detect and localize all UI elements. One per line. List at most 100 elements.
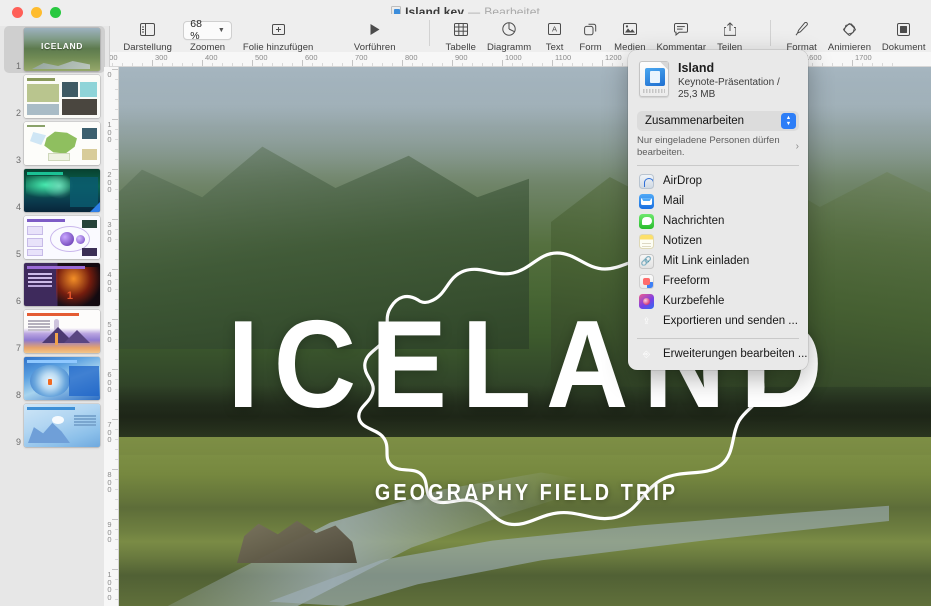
slide-subtitle[interactable]: GEOGRAPHY FIELD TRIP	[176, 479, 874, 506]
toolbar-button-animieren[interactable]: Animieren	[822, 14, 876, 53]
toolbar-button-format[interactable]: Format	[781, 14, 823, 53]
collaborate-select[interactable]: Zusammenarbeiten ▲ ▼	[637, 111, 799, 131]
menu-item-airdrop[interactable]: AirDrop	[628, 171, 808, 191]
ruler-tick-minor	[322, 63, 323, 66]
toolbar-button-kommentar[interactable]: Kommentar	[651, 14, 711, 53]
ruler-label: 400	[202, 53, 218, 62]
export-icon: ⇪	[639, 314, 654, 329]
menu-item-label: Exportieren und senden ...	[663, 315, 798, 327]
ruler-label: 900	[452, 53, 468, 62]
ruler-tick-minor	[222, 63, 223, 66]
toolbar-button-tabelle[interactable]: Tabelle	[440, 14, 482, 53]
menu-item-mit-link-einladen[interactable]: 🔗Mit Link einladen	[628, 251, 808, 271]
slide-preview[interactable]	[24, 216, 100, 259]
ruler-tick	[112, 119, 118, 120]
text-box-icon: A	[548, 18, 561, 40]
ruler-tick-minor	[842, 63, 843, 66]
slide-thumbnail-3[interactable]: 3	[0, 120, 109, 167]
ruler-label: 900	[105, 521, 114, 544]
ruler-tick	[112, 219, 118, 220]
ruler-label: 0	[105, 71, 114, 79]
vertical-ruler[interactable]: 01002003004005006007008009001000	[104, 67, 119, 606]
ruler-tick-minor	[192, 63, 193, 66]
toolbar-button-folie-hinzufuegen[interactable]: Folie hinzufügen	[238, 14, 319, 53]
ruler-tick-minor	[115, 309, 118, 310]
menu-item-freeform[interactable]: Freeform	[628, 271, 808, 291]
ruler-tick-minor	[115, 429, 118, 430]
slide-preview[interactable]	[24, 75, 100, 118]
slide-thumbnail-6[interactable]: 61	[0, 261, 109, 308]
ruler-tick-minor	[292, 63, 293, 66]
messages-icon	[639, 214, 654, 229]
ruler-label: 500	[252, 53, 268, 62]
menu-item-label: Mail	[663, 195, 684, 207]
slide-preview[interactable]	[24, 310, 100, 353]
share-popover[interactable]: Island Keynote-Präsentation / 25,3 MB Zu…	[628, 50, 808, 370]
toolbar-button-dokument[interactable]: Dokument	[876, 14, 931, 53]
ruler-tick-minor	[512, 63, 513, 66]
ruler-tick-minor	[212, 63, 213, 66]
menu-item-mail[interactable]: Mail	[628, 191, 808, 211]
slide-navigator[interactable]: 1ICELAND234561789	[0, 26, 110, 606]
slide-number: 1	[4, 61, 24, 73]
ruler-tick-minor	[622, 63, 623, 66]
collaborate-permission-row[interactable]: Nur eingeladene Personen dürfen bearbeit…	[637, 135, 799, 158]
ruler-tick-minor	[115, 329, 118, 330]
freeform-icon	[639, 274, 654, 289]
ruler-tick-minor	[115, 139, 118, 140]
menu-item-notizen[interactable]: Notizen	[628, 231, 808, 251]
toolbar-button-teilen[interactable]: Teilen	[711, 14, 747, 53]
slide-preview[interactable]	[24, 357, 100, 400]
zoom-select[interactable]: 68 % ▼	[183, 21, 232, 40]
slide-thumbnail-5[interactable]: 5	[0, 214, 109, 261]
collaborate-label: Zusammenarbeiten	[645, 115, 781, 127]
ruler-tick-minor	[272, 63, 273, 66]
up-down-stepper-icon[interactable]: ▲ ▼	[781, 113, 796, 129]
ruler-tick-minor	[115, 339, 118, 340]
slide-preview[interactable]: ICELAND	[24, 28, 100, 71]
ruler-tick-minor	[262, 63, 263, 66]
ruler-tick-minor	[862, 63, 863, 66]
current-slide[interactable]: ICELAND GEOGRAPHY FIELD TRIP	[119, 67, 931, 606]
slide-preview[interactable]	[24, 122, 100, 165]
slide-canvas[interactable]: ICELAND GEOGRAPHY FIELD TRIP	[119, 67, 931, 606]
ruler-tick-minor	[115, 449, 118, 450]
chart-icon	[502, 18, 516, 40]
menu-item-label: Mit Link einladen	[663, 255, 749, 267]
ruler-tick-minor	[115, 99, 118, 100]
slide-preview[interactable]	[24, 404, 100, 447]
slide-thumbnail-2[interactable]: 2	[0, 73, 109, 120]
toolbar-button-darstellung[interactable]: Darstellung	[118, 14, 177, 53]
toolbar-button-diagramm[interactable]: Diagramm	[482, 14, 537, 53]
ruler-tick-minor	[115, 129, 118, 130]
slide-thumbnail-4[interactable]: 4	[0, 167, 109, 214]
ruler-tick-minor	[142, 63, 143, 66]
toolbar-button-form[interactable]: Form	[573, 14, 609, 53]
toolbar-button-vorfuehren[interactable]: Vorführen	[348, 14, 401, 53]
ruler-tick-minor	[332, 63, 333, 66]
ruler-tick-minor	[115, 539, 118, 540]
ruler-tick-minor	[115, 389, 118, 390]
notes-icon	[639, 234, 654, 249]
toolbar-zoom-control[interactable]: 68 % ▼ Zoomen	[177, 14, 238, 53]
comment-icon	[674, 18, 688, 40]
slide-thumbnail-7[interactable]: 7	[0, 308, 109, 355]
stepper-down: ▼	[786, 122, 791, 127]
popover-divider-bottom	[637, 338, 799, 339]
ruler-tick-minor	[115, 249, 118, 250]
menu-item-nachrichten[interactable]: Nachrichten	[628, 211, 808, 231]
ruler-label: 300	[105, 221, 114, 244]
toolbar-button-text[interactable]: A Text	[537, 14, 573, 53]
menu-item-erweiterungen-bearbeiten[interactable]: ⎆ Erweiterungen bearbeiten ...	[628, 344, 808, 364]
menu-item-kurzbefehle[interactable]: Kurzbefehle	[628, 291, 808, 311]
menu-item-exportieren-und-senden[interactable]: ⇪ Exportieren und senden ...	[628, 311, 808, 331]
ruler-label: 1000	[502, 53, 522, 62]
ruler-tick-minor	[115, 399, 118, 400]
slide-preview[interactable]	[24, 169, 100, 212]
slide-thumbnail-8[interactable]: 8	[0, 355, 109, 402]
slide-thumbnail-9[interactable]: 9	[0, 402, 109, 449]
slide-thumbnail-1[interactable]: 1ICELAND	[4, 26, 105, 73]
toolbar-button-medien[interactable]: Medien	[609, 14, 652, 53]
popover-file-header: Island Keynote-Präsentation / 25,3 MB	[628, 58, 808, 103]
slide-preview[interactable]: 1	[24, 263, 100, 306]
